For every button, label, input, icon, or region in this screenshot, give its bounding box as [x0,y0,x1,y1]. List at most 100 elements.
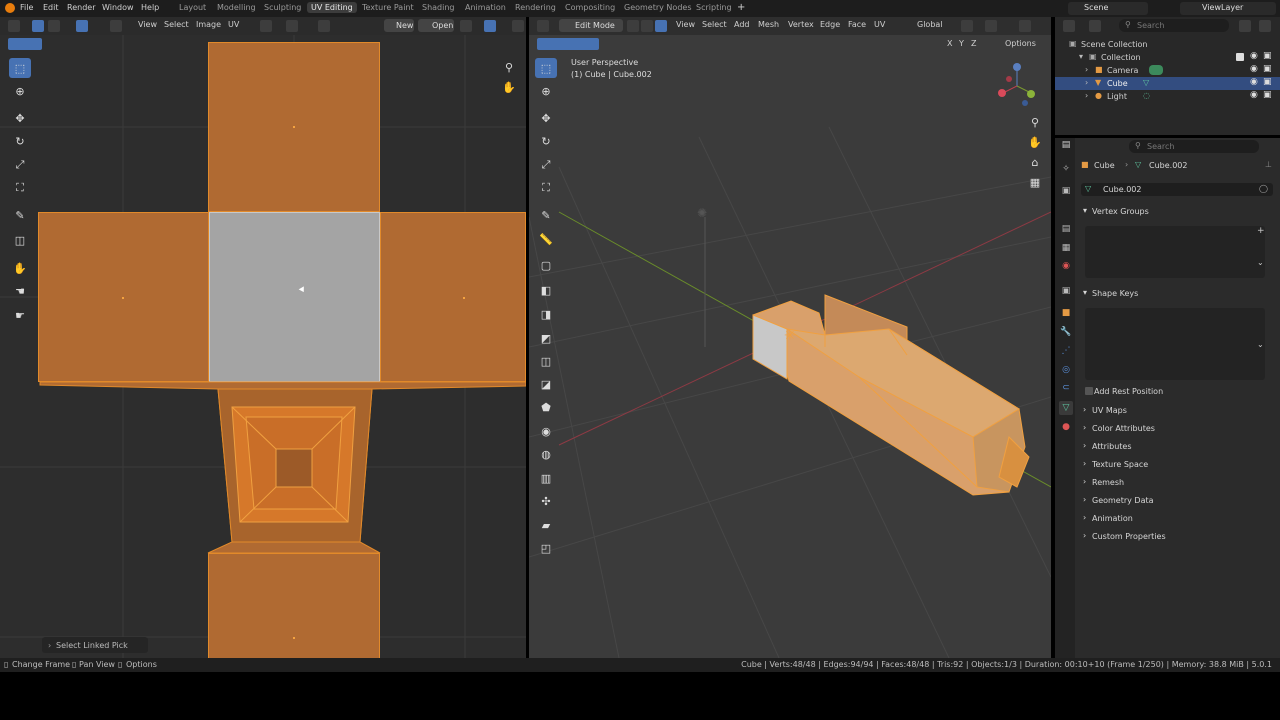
cursor-tool-icon[interactable]: ⊕ [535,81,557,101]
options-dropdown[interactable]: Options [1005,39,1036,48]
filter-icon[interactable] [1239,20,1251,32]
transform-tool-icon[interactable]: ⛶ [535,178,557,198]
outliner-row-cube[interactable]: › ▼ Cube ▽ ◉ ▣ [1055,77,1280,90]
panel-color-attributes[interactable]: › Color Attributes [1083,423,1273,439]
open-image-button[interactable]: Open [418,19,454,32]
outliner-search-input[interactable]: ⚲ Search [1119,19,1229,32]
select-box-tool-icon[interactable]: ⬚ [535,58,557,78]
move-tool-icon[interactable]: ✥ [535,108,557,128]
pinch-tool-icon[interactable]: ☛ [9,305,31,325]
panel-geometry-data[interactable]: › Geometry Data [1083,495,1273,511]
chevron-down-icon[interactable]: ⌄ [1257,258,1264,267]
navigation-gizmo[interactable] [995,61,1041,111]
shield-icon[interactable]: ◯ [1259,184,1268,193]
cursor-tool-icon[interactable]: ⊕ [9,81,31,101]
add-workspace-icon[interactable]: + [737,2,745,13]
select-mode-icon[interactable] [537,38,599,50]
menu-select[interactable]: Select [702,20,727,29]
panel-custom-properties[interactable]: › Custom Properties [1083,531,1273,547]
inset-tool-icon[interactable]: ◨ [535,304,557,324]
gizmo-icon[interactable] [484,20,496,32]
mesh-data-tab-icon[interactable]: ▽ [1059,401,1073,415]
add-cube-tool-icon[interactable]: ▢ [535,255,557,275]
editor-type-icon[interactable]: ▤ [1059,138,1073,152]
proportional-edit-icon[interactable] [1019,20,1031,32]
snap-icon[interactable] [286,20,298,32]
pan-hand-icon[interactable]: ✋ [1024,132,1046,152]
menu-mesh[interactable]: Mesh [758,20,779,29]
edge-slide-tool-icon[interactable]: ▥ [535,468,557,488]
vertex-mode-icon[interactable] [627,20,639,32]
shape-keys-list[interactable] [1085,308,1265,380]
constraints-tab-icon[interactable]: ⊂ [1059,381,1073,395]
scale-tool-icon[interactable]: ⤢ [535,155,557,175]
face-select-icon[interactable] [76,20,88,32]
eye-icon[interactable]: ◉ [1250,64,1258,74]
tab-modelling[interactable]: Modelling [213,2,260,13]
outliner-row-collection[interactable]: ▾ ▣ Collection ◉ ▣ [1055,51,1280,64]
tab-geometry-nodes[interactable]: Geometry Nodes [620,2,695,13]
outliner-row-light[interactable]: › ● Light ◌ ◉ ▣ [1055,90,1280,103]
menu-vertex[interactable]: Vertex [788,20,814,29]
loop-cut-tool-icon[interactable]: ◫ [535,351,557,371]
menu-face[interactable]: Face [848,20,866,29]
menu-uv[interactable]: UV [228,20,239,29]
measure-tool-icon[interactable]: 📏 [535,229,557,249]
menu-help[interactable]: Help [141,3,159,12]
display-mode-icon[interactable] [1089,20,1101,32]
grab-tool-icon[interactable]: ✋ [9,258,31,278]
checkbox-icon[interactable] [1236,53,1244,61]
camera-render-icon[interactable]: ▣ [1263,90,1272,100]
bevel-tool-icon[interactable]: ◩ [535,328,557,348]
properties-search-input[interactable]: ⚲ Search [1129,140,1259,153]
shear-tool-icon[interactable]: ▰ [535,515,557,535]
shrink-fatten-tool-icon[interactable]: ✣ [535,491,557,511]
panel-texture-space[interactable]: › Texture Space [1083,459,1273,475]
menu-view[interactable]: View [676,20,695,29]
mirror-x-toggle[interactable]: X [947,39,952,48]
modifier-tab-icon[interactable]: 🔧 [1059,325,1073,339]
snap-icon[interactable] [985,20,997,32]
particles-tab-icon[interactable]: ⋰ [1059,344,1073,358]
menu-select[interactable]: Select [164,20,189,29]
editor-type-icon[interactable] [537,20,549,32]
edge-mode-icon[interactable] [641,20,653,32]
outliner-row-camera[interactable]: › ■ Camera ◉ ▣ [1055,64,1280,77]
outliner-row-scene-collection[interactable]: ▣ Scene Collection [1055,38,1280,51]
eye-icon[interactable]: ◉ [1250,90,1258,100]
rotate-tool-icon[interactable]: ↻ [535,131,557,151]
tab-shading[interactable]: Shading [418,2,459,13]
tab-uv-editing[interactable]: UV Editing [307,2,357,13]
sticky-select-icon[interactable] [110,20,122,32]
add-icon[interactable]: + [1257,226,1265,236]
panel-animation[interactable]: › Animation [1083,513,1273,529]
menu-image[interactable]: Image [196,20,221,29]
editor-type-icon[interactable] [1063,20,1075,32]
menu-edge[interactable]: Edge [820,20,840,29]
uv-select-mode-icon[interactable] [8,38,42,50]
tab-rendering[interactable]: Rendering [511,2,560,13]
tool-tab-icon[interactable]: ✧ [1059,162,1073,176]
render-tab-icon[interactable]: ▣ [1059,184,1073,198]
annotate-tool-icon[interactable]: ✎ [535,205,557,225]
proportional-edit-icon[interactable] [318,20,330,32]
world-tab-icon[interactable]: ▣ [1059,284,1073,298]
panel-shape-keys[interactable]: ▾ Shape Keys [1083,288,1273,304]
camera-view-icon[interactable]: ⌂ [1024,152,1046,172]
pin-icon[interactable] [460,20,472,32]
overlay-icon[interactable] [512,20,524,32]
pin-icon[interactable]: ⊥ [1265,160,1272,169]
add-rest-position-checkbox[interactable]: Add Rest Position [1085,385,1245,397]
eye-icon[interactable]: ◉ [1250,77,1258,87]
tab-layout[interactable]: Layout [175,2,210,13]
mode-selector[interactable]: Edit Mode [559,19,623,32]
panel-remesh[interactable]: › Remesh [1083,477,1273,493]
camera-render-icon[interactable]: ▣ [1263,77,1272,87]
output-tab-icon[interactable]: ▤ [1059,222,1073,236]
menu-file[interactable]: File [20,3,33,12]
rip-tool-icon[interactable]: ◫ [9,230,31,250]
knife-tool-icon[interactable]: ◪ [535,374,557,394]
pivot-icon[interactable] [260,20,272,32]
zoom-icon[interactable]: ⚲ [1024,112,1046,132]
tab-scripting[interactable]: Scripting [692,2,736,13]
